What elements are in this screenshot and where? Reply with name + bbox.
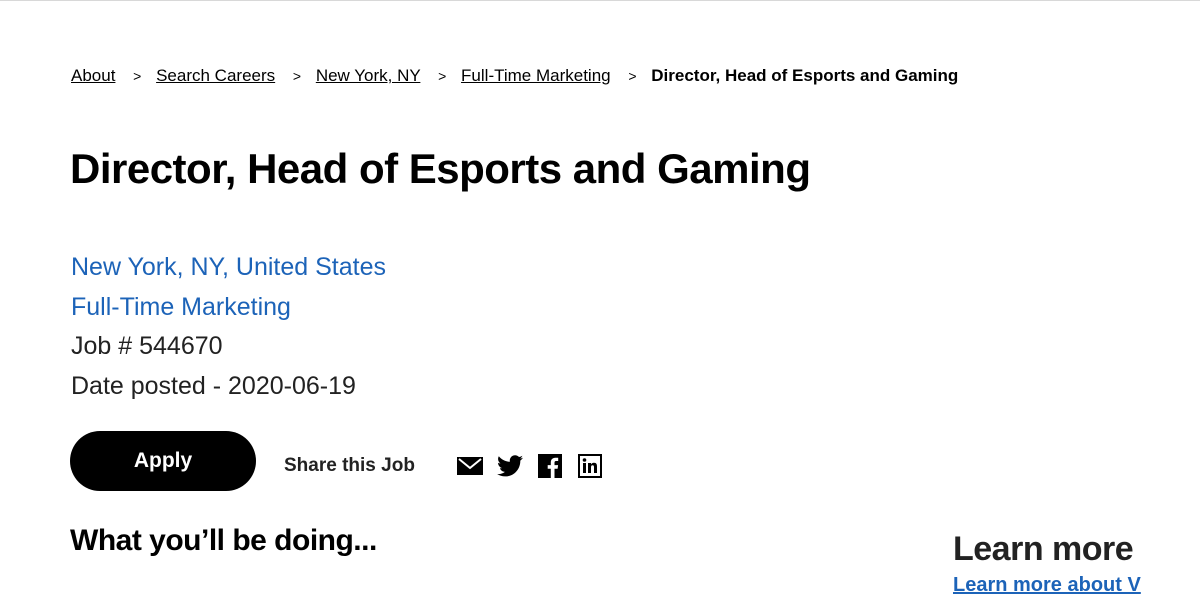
- breadcrumb-category[interactable]: Full-Time Marketing: [461, 66, 611, 85]
- breadcrumb-separator: >: [438, 68, 447, 84]
- share-icons: [456, 454, 603, 478]
- date-posted: Date posted - 2020-06-19: [71, 371, 356, 400]
- job-meta: New York, NY, United States Full-Time Ma…: [71, 248, 386, 406]
- job-location-link[interactable]: New York, NY, United States: [71, 248, 386, 288]
- facebook-icon[interactable]: [536, 454, 563, 478]
- breadcrumb-separator: >: [628, 68, 637, 84]
- twitter-icon[interactable]: [496, 454, 523, 478]
- breadcrumb-current: Director, Head of Esports and Gaming: [651, 66, 959, 85]
- breadcrumb: About > Search Careers > New York, NY > …: [71, 66, 958, 86]
- email-icon[interactable]: [456, 454, 483, 478]
- linkedin-icon[interactable]: [576, 454, 603, 478]
- share-label: Share this Job: [284, 455, 415, 476]
- breadcrumb-search-careers[interactable]: Search Careers: [156, 66, 275, 85]
- breadcrumb-separator: >: [133, 68, 142, 84]
- page-title: Director, Head of Esports and Gaming: [70, 145, 811, 192]
- breadcrumb-location[interactable]: New York, NY: [316, 66, 421, 85]
- job-category-link[interactable]: Full-Time Marketing: [71, 288, 386, 328]
- breadcrumb-separator: >: [292, 68, 302, 84]
- breadcrumb-about[interactable]: About: [71, 66, 115, 85]
- job-number: Job # 544670: [71, 332, 223, 360]
- section-heading-doing: What you’ll be doing...: [70, 524, 377, 557]
- learn-more-heading: Learn more: [953, 530, 1134, 568]
- top-divider: [0, 0, 1200, 4]
- apply-button[interactable]: Apply: [70, 431, 256, 491]
